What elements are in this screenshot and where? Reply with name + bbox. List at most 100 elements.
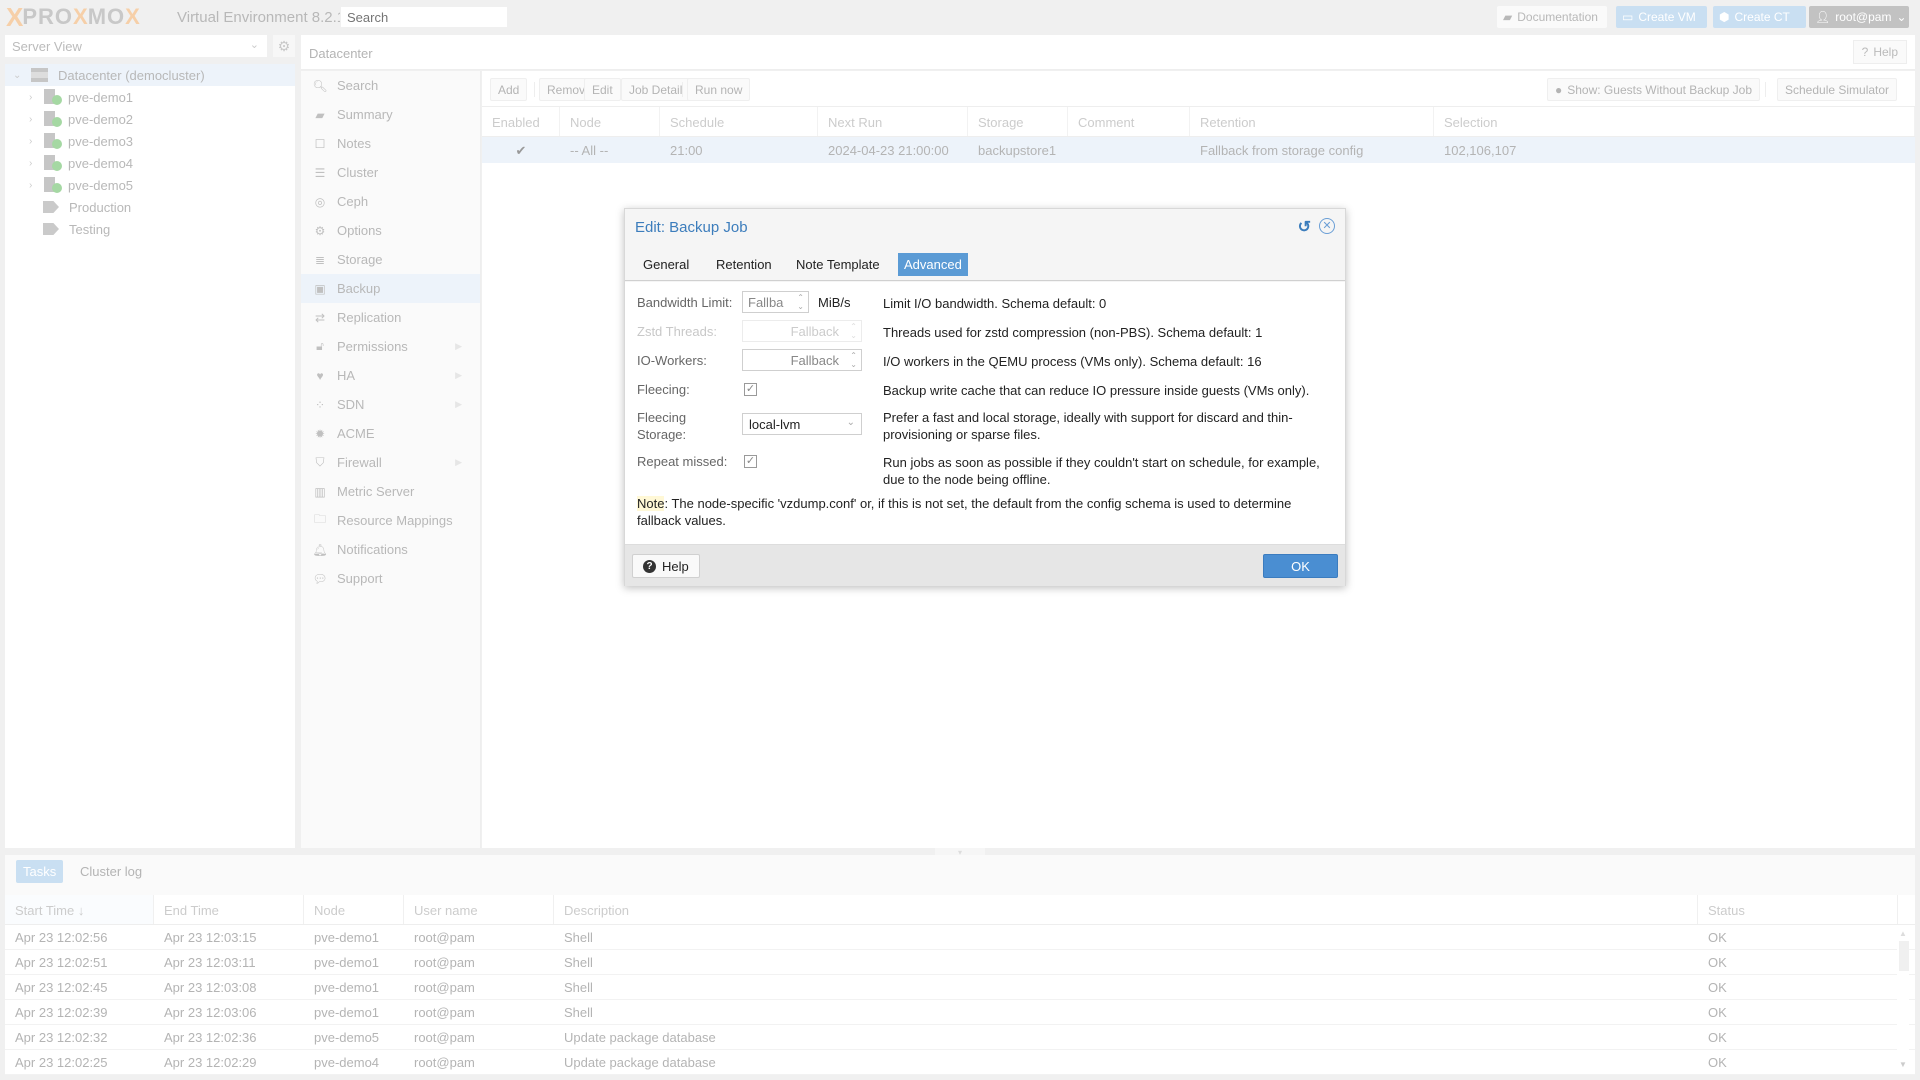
dialog-help-button[interactable]: ? Help xyxy=(632,554,700,578)
nav-item-permissions[interactable]: 🔓︎ Permissions ▶ xyxy=(301,332,480,361)
tree-item-node[interactable]: › pve-demo2 xyxy=(5,108,295,130)
job-detail-button[interactable]: Job Detail xyxy=(621,78,691,101)
nav-item-sdn[interactable]: ⁘ SDN ▶ xyxy=(301,390,480,419)
tab-note-template[interactable]: Note Template xyxy=(790,253,886,276)
column-header[interactable]: Schedule xyxy=(660,107,818,136)
cell-storage: backupstore1 xyxy=(978,143,1057,158)
nav-item-ha[interactable]: ♥ HA ▶ xyxy=(301,361,480,390)
task-row[interactable]: Apr 23 12:02:25 Apr 23 12:02:29 pve-demo4 r… xyxy=(5,1050,1915,1075)
column-header[interactable]: Enabled xyxy=(482,107,560,136)
tree-item-label: pve-demo5 xyxy=(68,177,134,193)
ceph-icon: ◎ xyxy=(314,194,326,209)
tree-item-node[interactable]: › pve-demo5 xyxy=(5,174,295,196)
tab-retention[interactable]: Retention xyxy=(710,253,778,276)
help-button[interactable]: ? Help xyxy=(1852,40,1907,64)
column-header[interactable]: End Time xyxy=(154,895,304,924)
tree-item-datacenter[interactable]: ⌄ Datacenter (democluster) xyxy=(5,64,295,86)
scrollbar-thumb[interactable] xyxy=(1899,941,1909,971)
task-row[interactable]: Apr 23 12:02:45 Apr 23 12:03:08 pve-demo1 r… xyxy=(5,975,1915,1000)
io-workers-input[interactable]: Fallback ⌃ ⌄ xyxy=(742,349,862,371)
create-ct-button[interactable]: ⬢ Create CT xyxy=(1713,6,1806,28)
task-row[interactable]: Apr 23 12:02:39 Apr 23 12:03:06 pve-demo1 r… xyxy=(5,1000,1915,1025)
user-menu-button[interactable]: 👤︎ root@pam ⌄ xyxy=(1809,6,1909,28)
backup-job-row[interactable]: ✔ -- All -- 21:00 2024-04-23 21:00:00 backup… xyxy=(482,137,1915,163)
create-vm-button[interactable]: ▭ Create VM xyxy=(1616,6,1707,28)
cell-node: pve-demo5 xyxy=(314,1030,380,1045)
tree-item-node[interactable]: › pve-demo3 xyxy=(5,130,295,152)
expand-icon[interactable]: › xyxy=(29,92,43,103)
column-header[interactable]: Status xyxy=(1698,895,1898,924)
collapse-icon[interactable]: ⌄ xyxy=(13,70,27,81)
task-row[interactable]: Apr 23 12:02:32 Apr 23 12:02:36 pve-demo5 r… xyxy=(5,1025,1915,1050)
nav-item-cluster[interactable]: ☰ Cluster xyxy=(301,158,480,187)
tab-cluster-log[interactable]: Cluster log xyxy=(73,860,149,883)
cell-end: Apr 23 12:02:29 xyxy=(164,1055,257,1070)
spinner-arrows-icon[interactable]: ⌃ ⌄ xyxy=(850,351,857,369)
tab-advanced[interactable]: Advanced xyxy=(898,253,968,276)
expand-icon[interactable]: › xyxy=(29,158,43,169)
spinner-arrows-icon[interactable]: ⌃ ⌄ xyxy=(797,293,804,311)
cell-end: Apr 23 12:02:36 xyxy=(164,1030,257,1045)
view-selector[interactable]: Server View ⌄ xyxy=(5,35,267,57)
bandwidth-limit-input[interactable]: Fallba ⌃ ⌄ xyxy=(742,291,809,313)
run-now-button[interactable]: Run now xyxy=(687,78,751,101)
gear-icon[interactable]: ⚙ xyxy=(273,35,295,57)
scroll-up-icon[interactable]: ▲ xyxy=(1899,929,1907,938)
nav-item-backup[interactable]: ▣ Backup xyxy=(301,274,480,303)
nav-item-options[interactable]: ⚙ Options xyxy=(301,216,480,245)
tag-icon xyxy=(43,223,59,235)
add-button[interactable]: Add xyxy=(490,78,528,101)
tasks-scrollbar[interactable]: ▲ ▼ xyxy=(1897,925,1909,1071)
column-header[interactable]: Node xyxy=(304,895,404,924)
nav-item-storage[interactable]: ≣ Storage xyxy=(301,245,480,274)
tab-tasks[interactable]: Tasks xyxy=(16,860,64,883)
task-row[interactable]: Apr 23 12:02:51 Apr 23 12:03:11 pve-demo1 r… xyxy=(5,950,1915,975)
column-header[interactable]: User name xyxy=(404,895,554,924)
column-header[interactable]: Retention xyxy=(1190,107,1434,136)
node-online-icon xyxy=(43,111,63,127)
fleecing-checkbox[interactable]: ✓ xyxy=(744,383,757,396)
nav-item-acme[interactable]: ✹ ACME xyxy=(301,419,480,448)
global-search-input[interactable] xyxy=(340,6,508,28)
expand-icon[interactable]: › xyxy=(29,114,43,125)
tree-item-node[interactable]: › pve-demo1 xyxy=(5,86,295,108)
nav-item-notes[interactable]: ☐ Notes xyxy=(301,129,480,158)
column-header[interactable]: Storage xyxy=(968,107,1068,136)
tree-item-tag[interactable]: Production xyxy=(5,196,295,218)
task-log-tabs: Tasks Cluster log xyxy=(5,855,1915,891)
fleecing-storage-select[interactable]: local-lvm ⌄ xyxy=(742,413,862,435)
submenu-arrow-icon: ▶ xyxy=(455,457,462,467)
chevron-down-icon[interactable]: ⌄ xyxy=(847,417,855,428)
ok-button[interactable]: OK xyxy=(1263,554,1338,578)
nav-item-notifications[interactable]: 🔔︎ Notifications xyxy=(301,535,480,564)
nav-item-ceph[interactable]: ◎ Ceph xyxy=(301,187,480,216)
show-guests-without-backup-button[interactable]: ● Show: Guests Without Backup Job xyxy=(1547,78,1761,101)
nav-item-metric-server[interactable]: ▥ Metric Server xyxy=(301,477,480,506)
tree-item-node[interactable]: › pve-demo4 xyxy=(5,152,295,174)
nav-item-summary[interactable]: ▰ Summary xyxy=(301,100,480,129)
column-header[interactable]: Next Run xyxy=(818,107,968,136)
task-row[interactable]: Apr 23 12:02:56 Apr 23 12:03:15 pve-demo1 r… xyxy=(5,925,1915,950)
nav-item-support[interactable]: 💬︎ Support xyxy=(301,564,480,593)
edit-button[interactable]: Edit xyxy=(584,78,621,101)
column-header[interactable]: Node xyxy=(560,107,660,136)
cell-status: OK xyxy=(1708,1005,1727,1020)
scroll-down-icon[interactable]: ▼ xyxy=(1899,1060,1907,1069)
column-header[interactable]: Description xyxy=(554,895,1698,924)
repeat-missed-checkbox[interactable]: ✓ xyxy=(744,455,757,468)
schedule-simulator-button[interactable]: Schedule Simulator xyxy=(1777,78,1898,101)
expand-icon[interactable]: › xyxy=(29,180,43,191)
tree-item-tag[interactable]: Testing xyxy=(5,218,295,240)
documentation-button[interactable]: ▰ Documentation xyxy=(1497,6,1607,28)
reset-icon[interactable]: ↺ xyxy=(1298,217,1311,237)
column-header[interactable]: Start Time ↓ xyxy=(5,895,154,924)
close-icon[interactable]: ✕ xyxy=(1319,218,1335,234)
expand-icon[interactable]: › xyxy=(29,136,43,147)
column-header[interactable]: Comment xyxy=(1068,107,1190,136)
nav-item-resource-mappings[interactable]: 🗀︎ Resource Mappings xyxy=(301,506,480,535)
nav-item-replication[interactable]: ⇄ Replication xyxy=(301,303,480,332)
tab-general[interactable]: General xyxy=(637,253,695,276)
nav-item-firewall[interactable]: ⛉ Firewall ▶ xyxy=(301,448,480,477)
nav-item-search[interactable]: 🔍︎ Search xyxy=(301,71,480,100)
column-header[interactable]: Selection xyxy=(1434,107,1915,136)
